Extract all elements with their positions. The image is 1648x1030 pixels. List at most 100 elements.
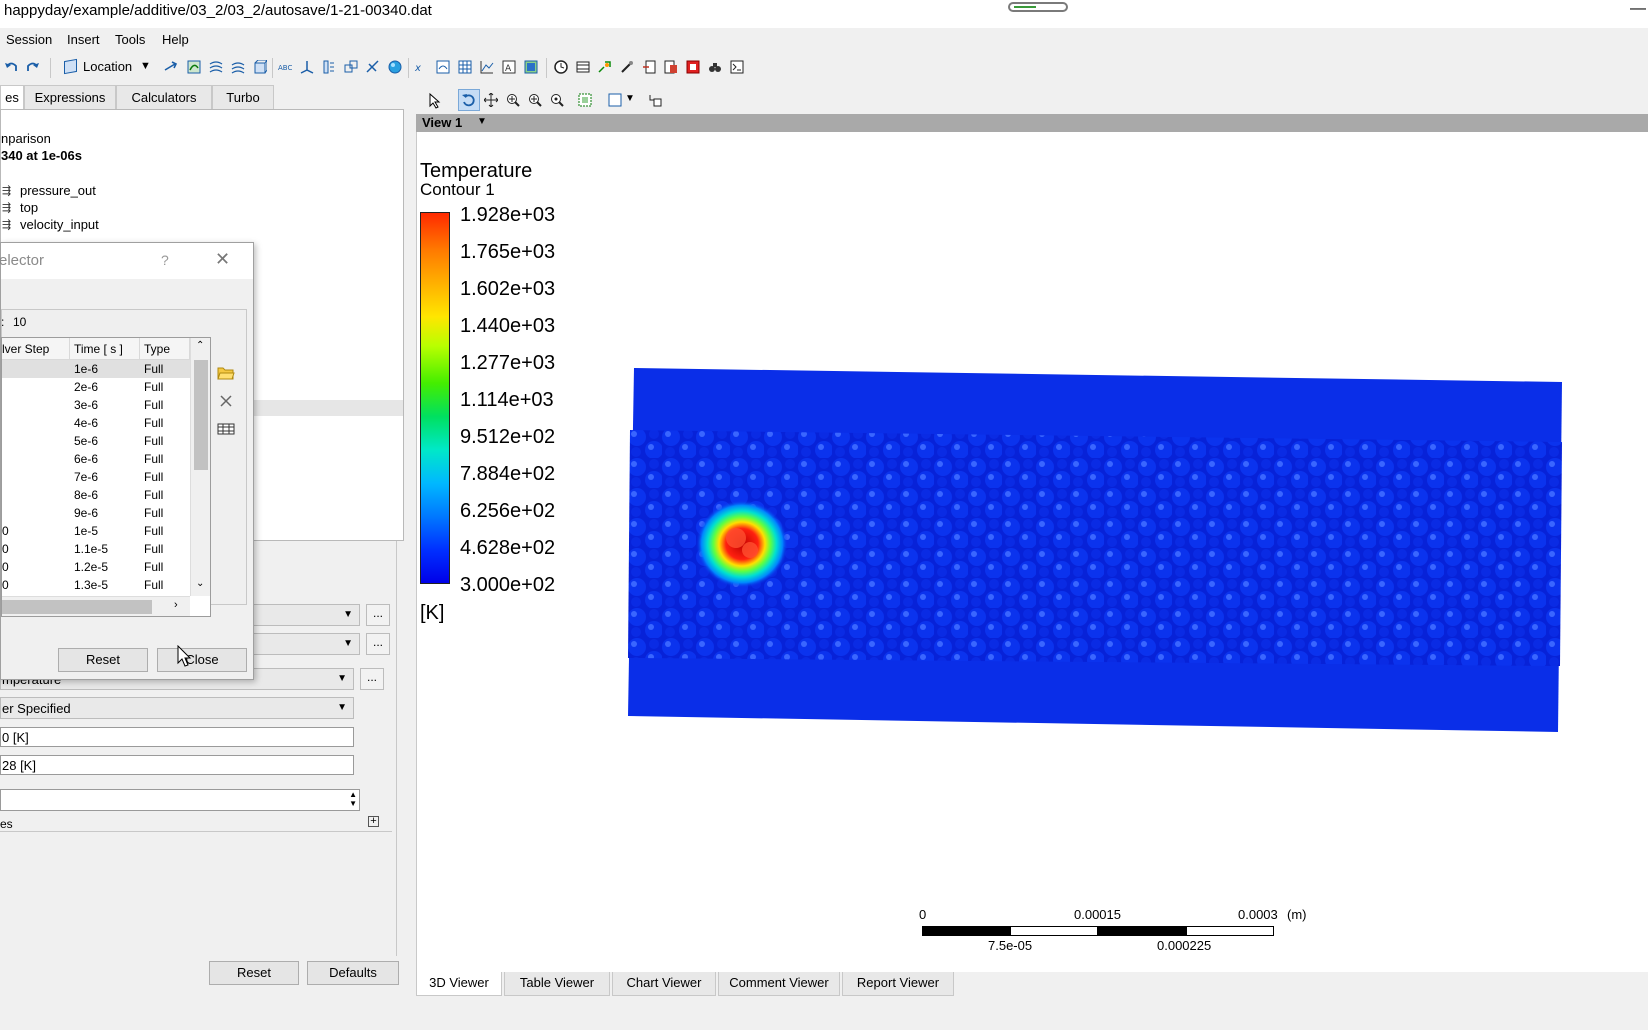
fit-all-icon[interactable]	[578, 93, 592, 107]
viewport-layout-icon[interactable]	[608, 93, 622, 107]
quick-editor-icon[interactable]	[598, 60, 612, 74]
report-icon[interactable]	[664, 60, 678, 74]
tab-calculators[interactable]: Calculators	[116, 85, 212, 109]
select-pointer-icon[interactable]	[428, 92, 446, 110]
reset-button[interactable]: Reset	[209, 961, 299, 985]
expand-icon[interactable]: +	[368, 816, 379, 827]
tab-3d-viewer[interactable]: 3D Viewer	[416, 972, 502, 996]
tab-chart-viewer[interactable]: Chart Viewer	[612, 972, 716, 996]
isosurface-icon[interactable]	[253, 60, 267, 74]
probe-icon[interactable]	[620, 60, 634, 74]
table-row[interactable]: 0 1e-5 Full	[2, 522, 190, 540]
domain-browse-button[interactable]: ...	[366, 604, 390, 626]
col-type[interactable]: Type	[140, 338, 190, 360]
view-selector[interactable]: View 1	[422, 115, 462, 130]
pan-icon[interactable]	[484, 93, 498, 107]
col-solver-step[interactable]: lver Step	[2, 338, 70, 360]
menu-session[interactable]: Session	[6, 32, 52, 47]
tab-table-viewer[interactable]: Table Viewer	[504, 972, 610, 996]
tree-item-case[interactable]: 340 at 1e-06s	[1, 148, 82, 163]
tree-item-comparison[interactable]: nparison	[1, 131, 51, 146]
tree-item-velocity-input[interactable]: velocity_input	[20, 217, 99, 232]
help-icon[interactable]: ?	[161, 252, 169, 268]
chevron-down-icon[interactable]: ⌄	[196, 578, 204, 589]
tab-turbo[interactable]: Turbo	[212, 85, 274, 109]
volume-rendering-icon[interactable]	[231, 60, 245, 74]
table-row[interactable]: 0 1.3e-5 Full	[2, 576, 190, 594]
tree-item-pressure-out[interactable]: pressure_out	[20, 183, 96, 198]
table-row[interactable]: 9e-6 Full	[2, 504, 190, 522]
zoom-icon[interactable]	[506, 93, 520, 107]
close-icon[interactable]: ✕	[215, 249, 230, 270]
folder-open-icon[interactable]	[217, 365, 235, 381]
menu-insert[interactable]: Insert	[67, 32, 100, 47]
variable-icon[interactable]: x	[414, 60, 428, 74]
dialog-reset-button[interactable]: Reset	[58, 648, 148, 672]
macro-icon[interactable]	[686, 60, 700, 74]
title-bar-handle[interactable]	[1008, 2, 1068, 12]
tab-outline[interactable]: es	[0, 85, 24, 109]
binoculars-icon[interactable]	[708, 60, 722, 74]
vector-icon[interactable]	[164, 60, 178, 74]
particle-track-icon[interactable]	[209, 60, 223, 74]
table-row[interactable]: 0 1.1e-5 Full	[2, 540, 190, 558]
table-row[interactable]: 1e-6 Full	[2, 360, 190, 378]
tab-comment-viewer[interactable]: Comment Viewer	[718, 972, 840, 996]
redo-icon[interactable]	[26, 60, 40, 74]
delete-icon[interactable]	[217, 393, 235, 409]
tree-item-top[interactable]: top	[20, 200, 38, 215]
table-row[interactable]: 0 1.2e-5 Full	[2, 558, 190, 576]
spinner-arrows-icon[interactable]: ▲ ▼	[349, 790, 357, 808]
film-strip-icon[interactable]	[217, 421, 235, 437]
table-row[interactable]: 5e-6 Full	[2, 432, 190, 450]
rotate-icon[interactable]	[462, 93, 476, 107]
synchronize-views-icon[interactable]	[648, 93, 662, 107]
tab-report-viewer[interactable]: Report Viewer	[842, 972, 954, 996]
table-row[interactable]: 8e-6 Full	[2, 486, 190, 504]
range-combo[interactable]: er Specified ▼	[0, 697, 354, 719]
fit-view-icon[interactable]	[550, 93, 564, 107]
max-field[interactable]: 28 [K]	[0, 755, 354, 775]
vertical-scrollbar[interactable]: ⌃ ⌄	[190, 338, 210, 596]
figure-icon[interactable]	[524, 60, 538, 74]
min-field[interactable]: 0 [K]	[0, 727, 354, 747]
text-abc-icon[interactable]: ABC	[278, 60, 292, 74]
chevron-down-icon[interactable]: ▼	[625, 93, 635, 104]
contours-spinner[interactable]: ▲ ▼	[0, 789, 360, 811]
chart-icon[interactable]	[480, 60, 494, 74]
menu-help[interactable]: Help	[162, 32, 189, 47]
command-editor-icon[interactable]	[730, 60, 744, 74]
instance-transform-icon[interactable]	[344, 60, 358, 74]
chevron-up-icon[interactable]: ⌃	[196, 340, 204, 351]
coordinate-frame-icon[interactable]	[300, 60, 314, 74]
color-map-icon[interactable]	[388, 60, 402, 74]
tab-expressions[interactable]: Expressions	[24, 85, 116, 109]
chevron-down-icon[interactable]: ▼	[477, 116, 487, 127]
table-row[interactable]: 2e-6 Full	[2, 378, 190, 396]
locations-browse-button[interactable]: ...	[366, 633, 390, 655]
timestep-clock-icon[interactable]	[554, 60, 568, 74]
streamline-icon[interactable]	[187, 60, 201, 74]
col-time[interactable]: Time [ s ]	[70, 338, 140, 360]
horizontal-scrollbar[interactable]: ›	[2, 596, 190, 616]
legend-icon[interactable]	[322, 60, 336, 74]
scrollbar-thumb[interactable]	[194, 360, 208, 470]
table-row[interactable]: 6e-6 Full	[2, 450, 190, 468]
dialog-close-button[interactable]: Close	[157, 648, 247, 672]
expression-icon[interactable]	[436, 60, 450, 74]
clip-plane-icon[interactable]	[366, 60, 380, 74]
scrollbar-thumb[interactable]	[2, 600, 152, 614]
table-icon[interactable]	[458, 60, 472, 74]
minimize-icon[interactable]: —	[1630, 0, 1646, 18]
variable-browse-button[interactable]: ...	[360, 668, 384, 690]
location-button[interactable]: Location ▼	[62, 56, 154, 78]
table-row[interactable]: 3e-6 Full	[2, 396, 190, 414]
comment-icon[interactable]: A	[502, 60, 516, 74]
table-row[interactable]: 7e-6 Full	[2, 468, 190, 486]
defaults-button[interactable]: Defaults	[307, 961, 399, 985]
chevron-right-icon[interactable]: ›	[174, 599, 178, 611]
animation-icon[interactable]	[576, 60, 590, 74]
table-row[interactable]: 4e-6 Full	[2, 414, 190, 432]
menu-tools[interactable]: Tools	[115, 32, 145, 47]
zoom-box-icon[interactable]	[528, 93, 542, 107]
